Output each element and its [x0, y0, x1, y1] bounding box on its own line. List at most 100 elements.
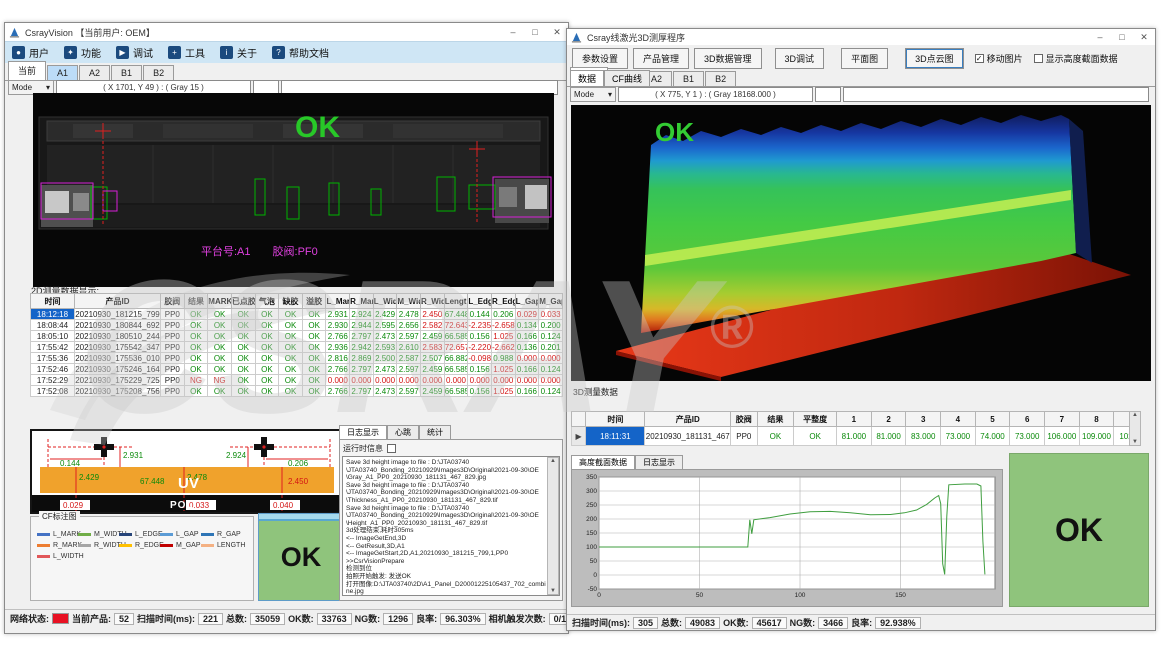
table-row[interactable]: 17:55:4220210930_175542_347PP0OKOKOKOKOK… [31, 342, 563, 353]
table-row[interactable]: 17:55:3620210930_175536_010PP0OKOKOKOKOK… [31, 353, 563, 364]
minimize-button[interactable]: – [1089, 29, 1111, 45]
menu-item-5[interactable]: ?帮助文档 [272, 45, 329, 60]
table-row[interactable]: 18:05:1020210930_180510_244PP0OKOKOKOKOK… [31, 331, 563, 342]
left-tab-3[interactable]: B1 [111, 65, 142, 80]
toolbar-button-4[interactable]: 平面图 [841, 48, 888, 69]
minimize-button[interactable]: – [502, 24, 524, 40]
cell: 0.000 [539, 375, 563, 386]
status-segment-5: NG数:1296 [355, 612, 414, 625]
r-offset-value: 0.206 [288, 459, 309, 468]
column-header: 胶阀 [731, 412, 758, 427]
close-button[interactable]: ✕ [546, 24, 568, 40]
measurement-table-2d: 时间产品ID胶阀结果MARK点已点胶气泡缺胶溢胶L_MarkR_MarkL_Wi… [30, 293, 563, 397]
status-value: 33763 [317, 613, 352, 625]
cell: OK [302, 375, 326, 386]
cell: 1.025 [491, 331, 515, 342]
cell: 20210930_175229_725 [75, 375, 161, 386]
cell: 66.585 [444, 386, 468, 397]
uv-label: UV [178, 475, 199, 492]
mode-aux-box [815, 87, 841, 102]
cell: OK [302, 353, 326, 364]
maximize-button[interactable]: □ [524, 24, 546, 40]
svg-text:0: 0 [597, 592, 601, 599]
cell: 73.000 [941, 427, 976, 446]
xray-image-viewer[interactable]: OK 平台号:A1 胶阀:PF0 [33, 93, 554, 287]
cell: 0.000 [373, 375, 397, 386]
right-tab-3[interactable]: B1 [673, 71, 704, 86]
toolbar-button-5[interactable]: 3D点云图 [905, 48, 964, 69]
cell: 2.869 [350, 353, 374, 364]
column-header: M_Width [397, 294, 421, 309]
column-header: 4 [941, 412, 976, 427]
log-tab-2[interactable]: 统计 [419, 425, 451, 439]
cell: 0.000 [515, 375, 539, 386]
r-mark-value: 2.924 [226, 451, 247, 460]
chart-tab-0[interactable]: 高度截面数据 [571, 455, 635, 469]
status-label: 网络状态: [10, 612, 49, 625]
left-tab-0[interactable]: 当前 [8, 61, 46, 80]
toolbar-checkbox-1[interactable]: 显示高度截面数据 [1034, 52, 1118, 65]
cell: OK [184, 353, 208, 364]
data-tab-0[interactable]: 数据 [570, 70, 604, 86]
mode-dropdown[interactable]: Mode▾ [570, 87, 616, 102]
toolbar-checkbox-0[interactable]: ✓移动图片 [975, 52, 1023, 65]
cf-diagram-drawing: 0.144 2.931 2.924 0.206 2.429 67.448 2.4… [32, 431, 342, 512]
cell: OK [231, 353, 255, 364]
table-scrollbar[interactable]: ▲▼ [1129, 411, 1141, 446]
menu-item-3[interactable]: +工具 [168, 45, 205, 60]
cell: PP0 [161, 320, 185, 331]
legend-label: M_GAP [176, 542, 201, 549]
status-segment-1: 当前产品:52 [72, 612, 134, 625]
left-tab-4[interactable]: B2 [143, 65, 174, 80]
menu-label: 帮助文档 [289, 45, 329, 60]
toolbar-button-2[interactable]: 3D数据管理 [694, 48, 762, 69]
legend-swatch [37, 544, 50, 547]
left-tab-1[interactable]: A1 [47, 65, 78, 80]
left-tab-strip: 当前A1A2B1B2 [8, 63, 175, 80]
chart-tab-1[interactable]: 日志显示 [635, 455, 683, 469]
status-value: 1296 [383, 613, 413, 625]
legend-swatch [201, 544, 214, 547]
status-label: 总数: [661, 616, 682, 629]
column-header: R_Width [421, 294, 445, 309]
cell: OK [279, 375, 303, 386]
legend-swatch [119, 544, 132, 547]
toolbar-button-1[interactable]: 产品管理 [633, 48, 689, 69]
menu-item-0[interactable]: ●用户 [12, 45, 49, 60]
chevron-down-icon: ▾ [608, 90, 612, 99]
log-tab-1[interactable]: 心跳 [387, 425, 419, 439]
l-width-value: 2.429 [79, 473, 100, 482]
menu-item-1[interactable]: ✦功能 [64, 45, 101, 60]
status-segment-4: 良率:92.938% [851, 616, 921, 629]
log-tab-0[interactable]: 日志显示 [339, 425, 387, 439]
cell: -2.220 [468, 342, 492, 353]
left-tab-2[interactable]: A2 [79, 65, 110, 80]
table-row[interactable]: 18:12:1820210930_181215_799PP0OKOKOKOKOK… [31, 309, 563, 320]
close-button[interactable]: ✕ [1133, 29, 1155, 45]
right-tab-4[interactable]: B2 [705, 71, 736, 86]
table-row[interactable]: 17:52:0820210930_175208_756PP0OKOKOKOKOK… [31, 386, 563, 397]
log-textbox[interactable]: Save 3d height image to file : D:\JTA037… [342, 456, 560, 596]
menu-item-4[interactable]: i关于 [220, 45, 257, 60]
cell: -0.098 [468, 353, 492, 364]
right-titlebar[interactable]: Csray线激光3D测厚程序 – □ ✕ [567, 29, 1155, 45]
l-offset-value: 0.144 [60, 459, 81, 468]
table-row[interactable]: ▶18:11:3120210930_181131_467PP0OKOK81.00… [572, 427, 1141, 446]
cell: 67.448 [444, 309, 468, 320]
toolbar-button-0[interactable]: 参数设置 [572, 48, 628, 69]
runtime-info-checkbox[interactable] [387, 444, 396, 453]
table-row[interactable]: 18:08:4420210930_180844_692PP0OKOKOKOKOK… [31, 320, 563, 331]
table-row[interactable]: 17:52:4620210930_175246_164PP0OKOKOKOKOK… [31, 364, 563, 375]
cell: -2.658 [491, 320, 515, 331]
cell: 0.000 [397, 375, 421, 386]
log-scrollbar[interactable]: ▲▼ [547, 457, 559, 595]
heightmap-3d-viewer[interactable]: OK [571, 105, 1151, 381]
menu-item-2[interactable]: ▶调试 [116, 45, 153, 60]
left-titlebar[interactable]: CsrayVision 【当前用户: OEM】 – □ ✕ [5, 23, 568, 41]
maximize-button[interactable]: □ [1111, 29, 1133, 45]
toolbar-button-3[interactable]: 3D调试 [775, 48, 825, 69]
app-icon [9, 27, 20, 38]
table-row[interactable]: 17:52:2920210930_175229_725PP0NGNGOKOKOK… [31, 375, 563, 386]
data-tab-1[interactable]: CF曲线 [604, 70, 650, 86]
cell: OK [302, 364, 326, 375]
